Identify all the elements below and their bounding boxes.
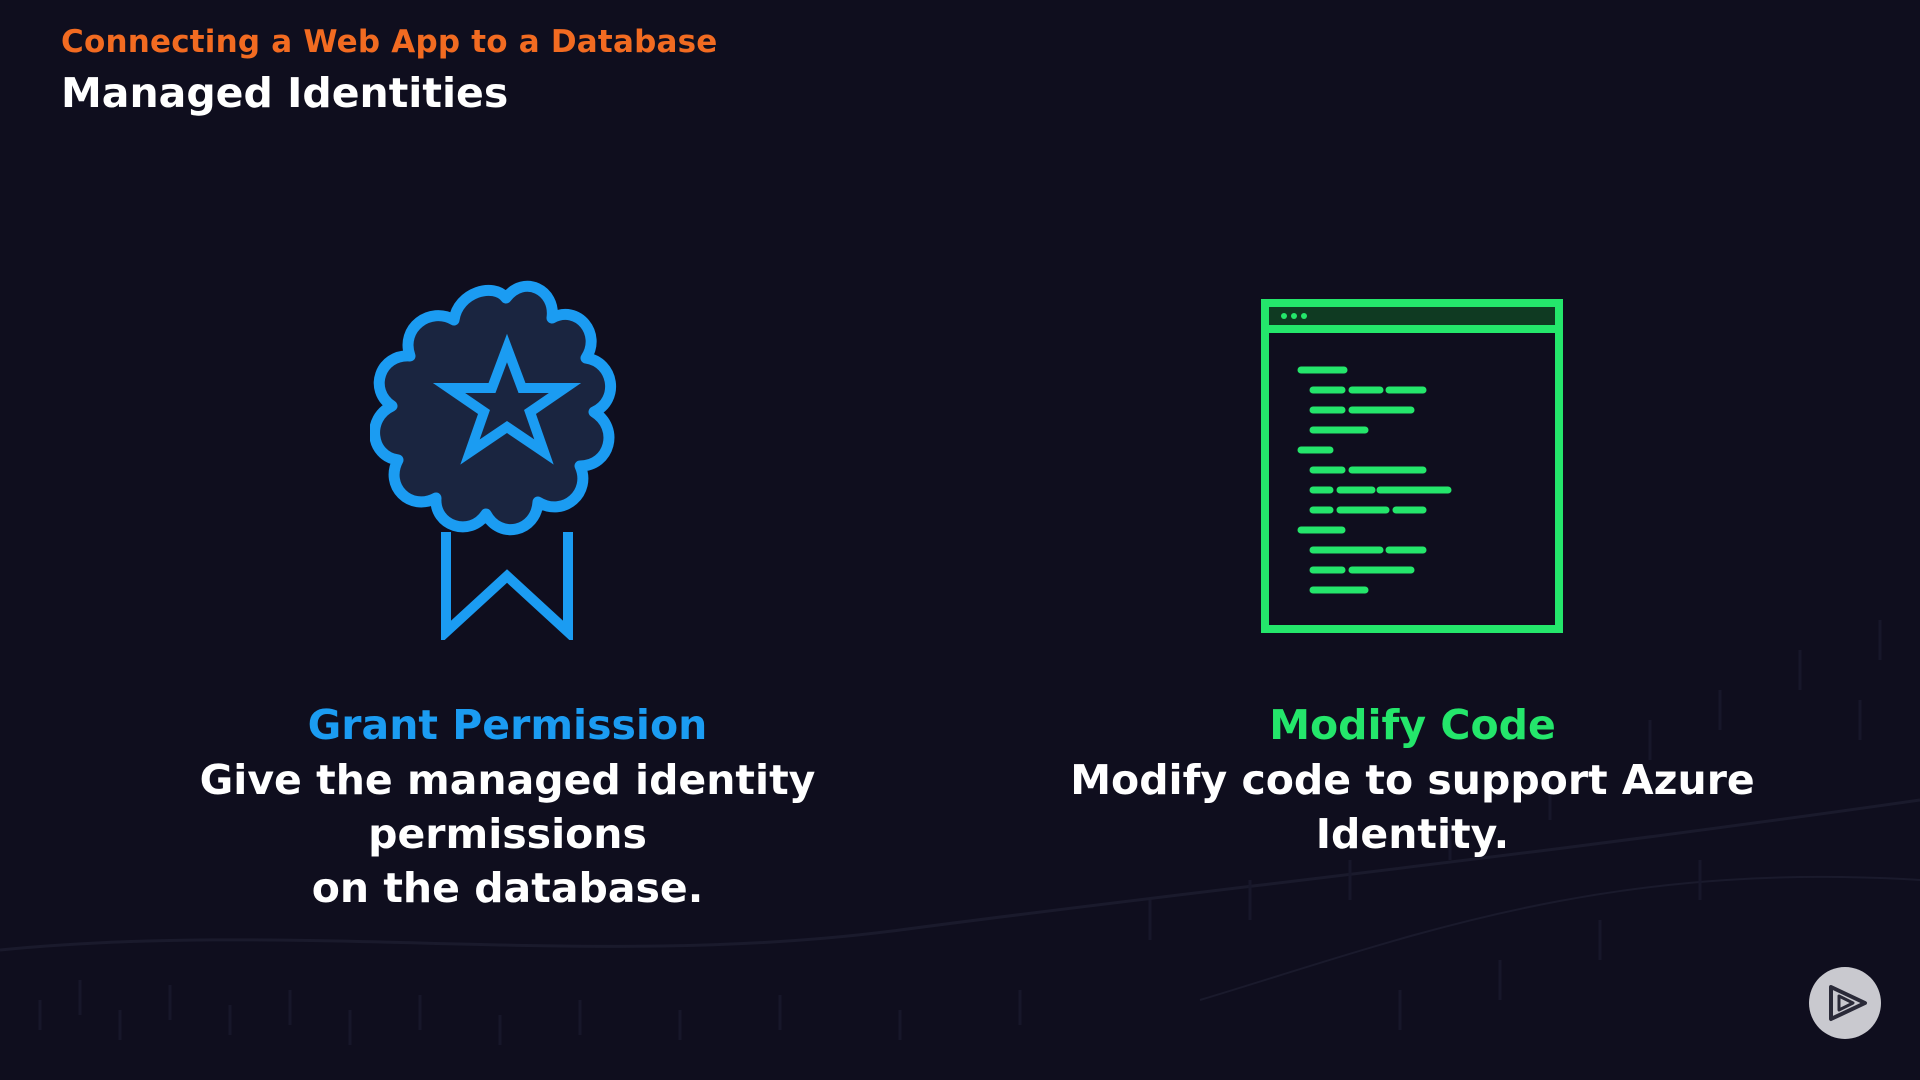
modify-code-title: Modify Code [1269,701,1556,749]
page-title: Managed Identities [61,69,509,117]
grant-permission-description-line1: Give the managed identity permissions [199,756,816,858]
play-button[interactable] [1809,967,1881,1039]
play-icon [1829,985,1867,1021]
grant-permission-description-line2: on the database. [311,864,704,912]
background-texture [0,620,1920,1045]
code-window-icon [1258,296,1566,636]
section-eyebrow: Connecting a Web App to a Database [61,24,718,60]
modify-code-column: Modify Code Modify code to support Azure… [985,700,1840,861]
modify-code-description: Modify code to support Azure Identity. [1070,756,1755,858]
grant-permission-description: Give the managed identity permissions on… [60,753,955,915]
award-ribbon-icon [369,270,650,644]
grant-permission-title: Grant Permission [307,701,708,749]
grant-permission-column: Grant Permission Give the managed identi… [60,700,955,915]
